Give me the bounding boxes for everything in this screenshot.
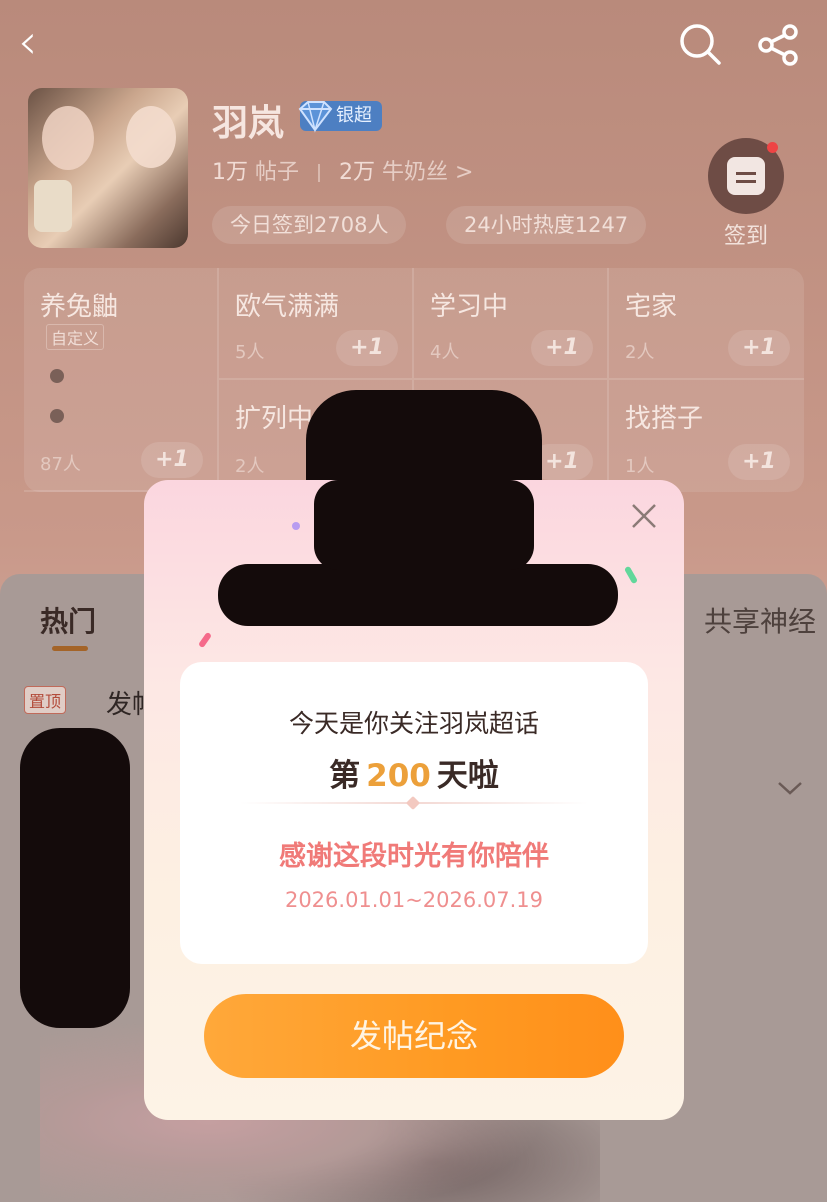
redaction-mark bbox=[218, 564, 618, 626]
back-icon[interactable]: ‹ bbox=[18, 18, 58, 66]
diamond-icon bbox=[298, 101, 333, 133]
posts-label: 帖子 bbox=[255, 160, 300, 185]
member-avatar-icon bbox=[50, 368, 64, 383]
notification-dot bbox=[767, 142, 778, 153]
thanks-line: 感谢这段时光有你陪伴 bbox=[279, 841, 549, 872]
checkin-today-pill[interactable]: 今日签到2708人 bbox=[212, 206, 407, 244]
anniversary-card: 今天是你关注羽岚超话 第 200 天啦 感谢这段时光有你陪伴 2026.01.01~… bbox=[180, 662, 648, 964]
group-count: 4人 bbox=[430, 342, 460, 363]
group-count: 2人 bbox=[625, 342, 655, 363]
topic-name: 羽岚 bbox=[212, 103, 285, 144]
group-cell-1[interactable]: 欧气满满 5人 +1 bbox=[219, 268, 414, 380]
checkin-label: 签到 bbox=[724, 224, 769, 249]
group-cell-2[interactable]: 学习中 4人 +1 bbox=[414, 268, 609, 380]
member-avatar bbox=[50, 368, 68, 383]
fans-count[interactable]: 2万 bbox=[339, 160, 375, 185]
group-name: 找搭子 bbox=[625, 404, 704, 434]
confetti bbox=[292, 522, 300, 530]
redaction-mark bbox=[20, 728, 130, 1028]
follow-line: 今天是你关注羽岚超话 bbox=[288, 709, 539, 738]
group-name: 宅家 bbox=[625, 292, 678, 322]
tab-shared-nerves[interactable]: 共享神经 bbox=[704, 600, 816, 640]
group-cell-0[interactable]: 养兔鼬 自定义 87人 +1 bbox=[24, 268, 219, 492]
group-cell-6[interactable]: 找搭子 1人 +1 bbox=[609, 380, 804, 492]
topic-avatar[interactable] bbox=[28, 88, 188, 248]
join-button[interactable]: +1 bbox=[531, 330, 593, 366]
group-count: 1人 bbox=[625, 456, 655, 477]
group-name: 欧气满满 bbox=[235, 292, 340, 322]
group-count: 87人 bbox=[40, 454, 81, 475]
heat-24h-pill[interactable]: 24小时热度1247 bbox=[446, 206, 647, 244]
chevron-down-icon[interactable] bbox=[776, 778, 804, 798]
silver-super-badge[interactable]: 银超 bbox=[298, 101, 382, 133]
date-range: 2026.01.01~2026.07.19 bbox=[284, 888, 544, 912]
group-name: 扩列中 bbox=[235, 404, 314, 434]
join-button[interactable]: +1 bbox=[336, 330, 398, 366]
group-name: 学习中 bbox=[430, 292, 509, 322]
checkin-button[interactable] bbox=[708, 138, 784, 214]
heart-icon bbox=[405, 795, 421, 811]
calendar-icon bbox=[727, 157, 765, 195]
group-custom-tag: 自定义 bbox=[46, 324, 105, 350]
day-suffix: 天啦 bbox=[436, 758, 499, 794]
member-avatar bbox=[50, 408, 68, 423]
badge-label: 银超 bbox=[336, 105, 372, 126]
avatar-photo-person-2 bbox=[126, 106, 176, 168]
join-button[interactable]: +1 bbox=[141, 442, 203, 478]
avatar-photo-cup bbox=[34, 180, 72, 232]
pinned-tag: 置顶 bbox=[24, 686, 67, 714]
anniversary-modal: 今天是你关注羽岚超话 第 200 天啦 感谢这段时光有你陪伴 2026.01.01~… bbox=[144, 480, 684, 1120]
day-count-line: 第 200 天啦 bbox=[180, 750, 648, 795]
share-icon[interactable] bbox=[756, 22, 802, 68]
post-commemoration-button[interactable]: 发帖纪念 bbox=[204, 994, 624, 1078]
confetti bbox=[623, 565, 639, 585]
confetti bbox=[197, 631, 213, 649]
topic-stats: 1万 帖子 2万 牛奶丝 > bbox=[212, 154, 473, 186]
join-button[interactable]: +1 bbox=[728, 330, 790, 366]
fans-label[interactable]: 牛奶丝 > bbox=[382, 160, 473, 185]
group-cell-3[interactable]: 宅家 2人 +1 bbox=[609, 268, 804, 380]
close-icon[interactable] bbox=[628, 500, 660, 532]
day-prefix: 第 bbox=[329, 758, 361, 794]
tab-hot[interactable]: 热门 bbox=[40, 600, 96, 640]
join-button[interactable]: +1 bbox=[728, 444, 790, 480]
group-count: 2人 bbox=[235, 456, 265, 477]
stats-divider bbox=[318, 164, 321, 182]
active-tab-indicator bbox=[52, 646, 88, 651]
day-number: 200 bbox=[366, 758, 431, 794]
avatar-photo-person-1 bbox=[42, 106, 94, 170]
redaction-mark bbox=[314, 480, 534, 570]
search-icon[interactable] bbox=[676, 20, 724, 68]
group-name: 养兔鼬 bbox=[40, 292, 119, 322]
posts-count: 1万 bbox=[212, 160, 248, 185]
member-avatar-icon bbox=[50, 408, 64, 423]
group-count: 5人 bbox=[235, 342, 265, 363]
